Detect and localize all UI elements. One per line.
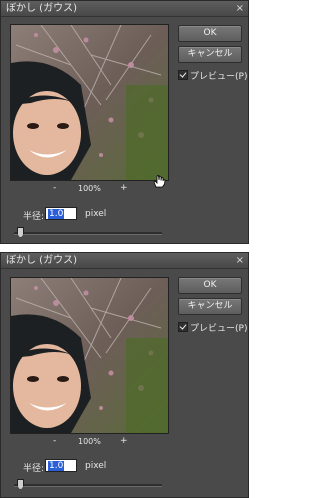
hand-cursor-icon xyxy=(153,174,166,188)
preview-checkbox-label: プレビュー(P) xyxy=(190,72,248,82)
gaussian-blur-dialog-top: ぼかし (ガウス) × - 100% + OK キャンセル プレビュー(P) 半… xyxy=(0,0,249,244)
zoom-level: 100% xyxy=(78,437,101,446)
preview-image[interactable] xyxy=(10,24,169,181)
ok-button[interactable]: OK xyxy=(178,25,242,42)
ok-button[interactable]: OK xyxy=(178,277,242,294)
radius-label: 半径: xyxy=(23,212,45,222)
zoom-out-button[interactable]: - xyxy=(53,436,56,446)
gaussian-blur-dialog-bottom: ぼかし (ガウス) × - 100% + OK キャンセル プレビュー(P) 半… xyxy=(0,252,249,498)
radius-input[interactable]: 1.0 xyxy=(45,207,77,220)
close-icon[interactable]: × xyxy=(236,254,244,267)
dialog-title: ぼかし (ガウス) xyxy=(6,3,77,14)
preview-toggle[interactable]: プレビュー(P) xyxy=(178,321,247,334)
preview-checkbox-label: プレビュー(P) xyxy=(190,324,248,334)
zoom-bar: - 100% + xyxy=(10,436,167,449)
zoom-in-button[interactable]: + xyxy=(120,183,128,193)
close-icon[interactable]: × xyxy=(236,2,244,15)
preview-photo xyxy=(11,25,168,180)
radius-slider[interactable] xyxy=(14,479,162,490)
preview-checkbox[interactable] xyxy=(178,322,188,332)
radius-value: 1.0 xyxy=(48,209,65,219)
preview-toggle[interactable]: プレビュー(P) xyxy=(178,69,247,82)
radius-unit: pixel xyxy=(85,209,107,219)
radius-slider[interactable] xyxy=(14,227,162,238)
title-bar[interactable]: ぼかし (ガウス) × xyxy=(1,1,248,17)
preview-image[interactable] xyxy=(10,277,169,434)
cancel-button[interactable]: キャンセル xyxy=(178,298,242,315)
radius-input[interactable]: 1.0 xyxy=(45,459,77,472)
radius-label: 半径: xyxy=(23,464,45,474)
cancel-button[interactable]: キャンセル xyxy=(178,46,242,63)
zoom-in-button[interactable]: + xyxy=(120,436,128,446)
dialog-title: ぼかし (ガウス) xyxy=(6,255,77,266)
radius-slider-thumb[interactable] xyxy=(17,479,24,490)
zoom-out-button[interactable]: - xyxy=(53,183,56,193)
radius-unit: pixel xyxy=(85,461,107,471)
preview-checkbox[interactable] xyxy=(178,70,188,80)
title-bar[interactable]: ぼかし (ガウス) × xyxy=(1,253,248,269)
preview-photo xyxy=(11,278,168,433)
zoom-level: 100% xyxy=(78,184,101,193)
zoom-bar: - 100% + xyxy=(10,183,167,196)
radius-value: 1.0 xyxy=(48,461,65,471)
radius-slider-thumb[interactable] xyxy=(17,227,24,238)
